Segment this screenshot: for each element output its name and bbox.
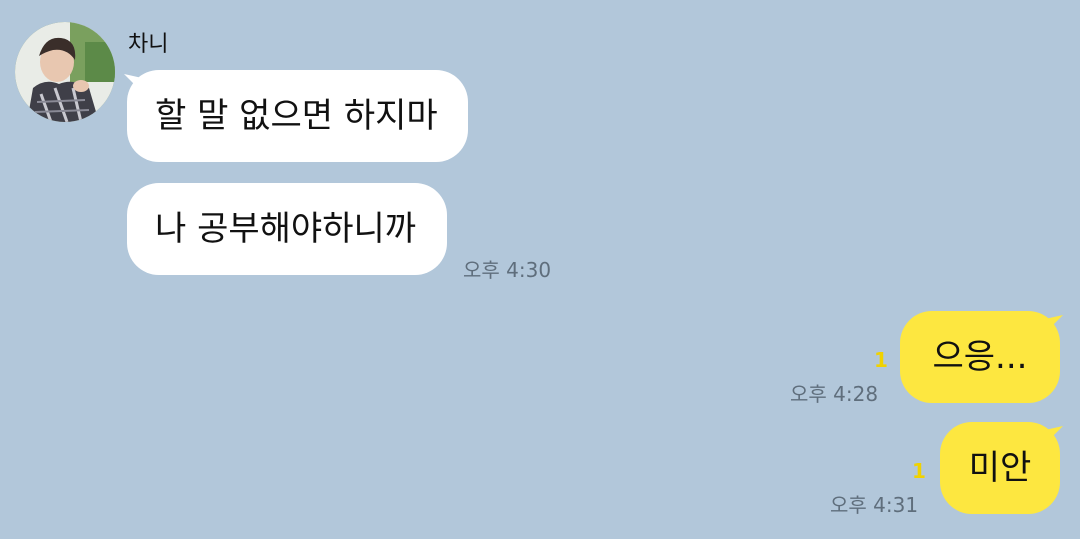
sender-avatar[interactable]	[15, 22, 115, 122]
message-time: 오후 4:31	[830, 493, 919, 517]
message-text: 나 공부해야하니까	[155, 209, 417, 249]
message-text: 할 말 없으면 하지마	[155, 96, 438, 136]
chat-room: 차니 할 말 없으면 하지마 나 공부해야하니까 오후 4:30 1 오후 4:…	[0, 0, 1080, 539]
outgoing-message[interactable]: 미안	[940, 422, 1060, 514]
message-time: 오후 4:28	[790, 382, 879, 406]
profile-photo-icon	[15, 22, 115, 122]
message-time: 오후 4:30	[463, 258, 552, 282]
unread-count: 1	[874, 348, 888, 372]
sender-name: 차니	[128, 32, 169, 57]
bubble-tail	[1045, 315, 1063, 333]
message-text: 으응...	[932, 337, 1028, 377]
message-text: 미안	[968, 448, 1032, 488]
incoming-message[interactable]: 할 말 없으면 하지마	[127, 70, 468, 162]
outgoing-message[interactable]: 으응...	[900, 311, 1060, 403]
incoming-message[interactable]: 나 공부해야하니까	[127, 183, 447, 275]
unread-count: 1	[912, 459, 926, 483]
bubble-tail	[1045, 426, 1063, 444]
